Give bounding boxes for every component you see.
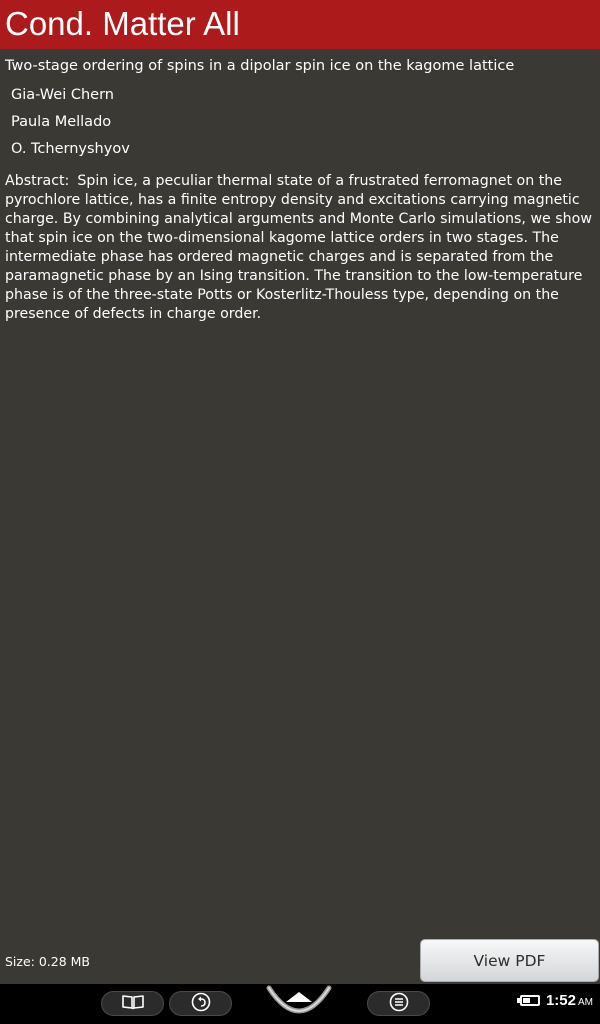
abstract-label: Abstract: [5, 173, 70, 189]
book-icon [121, 994, 145, 1014]
battery-level [522, 998, 530, 1003]
author-name: Paula Mellado [11, 114, 112, 130]
home-icon [266, 985, 332, 1024]
status-area: 1:52 AM [516, 992, 593, 1009]
back-icon [191, 992, 211, 1016]
menu-button[interactable] [367, 991, 430, 1016]
app-title-bar: Cond. Matter All [0, 0, 600, 49]
abstract-text: Spin ice, a peculiar thermal state of a … [5, 173, 592, 322]
author-name: O. Tchernyshyov [11, 141, 130, 157]
view-pdf-button[interactable]: View PDF [420, 939, 599, 982]
app-title: Cond. Matter All [5, 5, 240, 42]
file-size: Size: 0.28 MB [5, 954, 91, 969]
home-button[interactable] [266, 984, 332, 1020]
system-bar: 1:52 AM [0, 984, 600, 1024]
clock-time: 1:52 [545, 992, 576, 1009]
library-button[interactable] [101, 991, 164, 1016]
paper-details: Two-stage ordering of spins in a dipolar… [5, 55, 593, 324]
back-button[interactable] [169, 991, 232, 1016]
abstract: Abstract: Spin ice, a peculiar thermal st… [5, 172, 593, 324]
battery-icon [516, 995, 540, 1006]
view-pdf-label: View PDF [473, 951, 546, 970]
paper-title: Two-stage ordering of spins in a dipolar… [5, 58, 515, 74]
author-name: Gia-Wei Chern [11, 87, 114, 103]
author-list: Gia-Wei Chern Paula Mellado O. Tchernysh… [5, 82, 593, 163]
clock-ampm: AM [578, 997, 593, 1008]
menu-icon [389, 992, 409, 1016]
clock: 1:52 AM [546, 992, 593, 1009]
